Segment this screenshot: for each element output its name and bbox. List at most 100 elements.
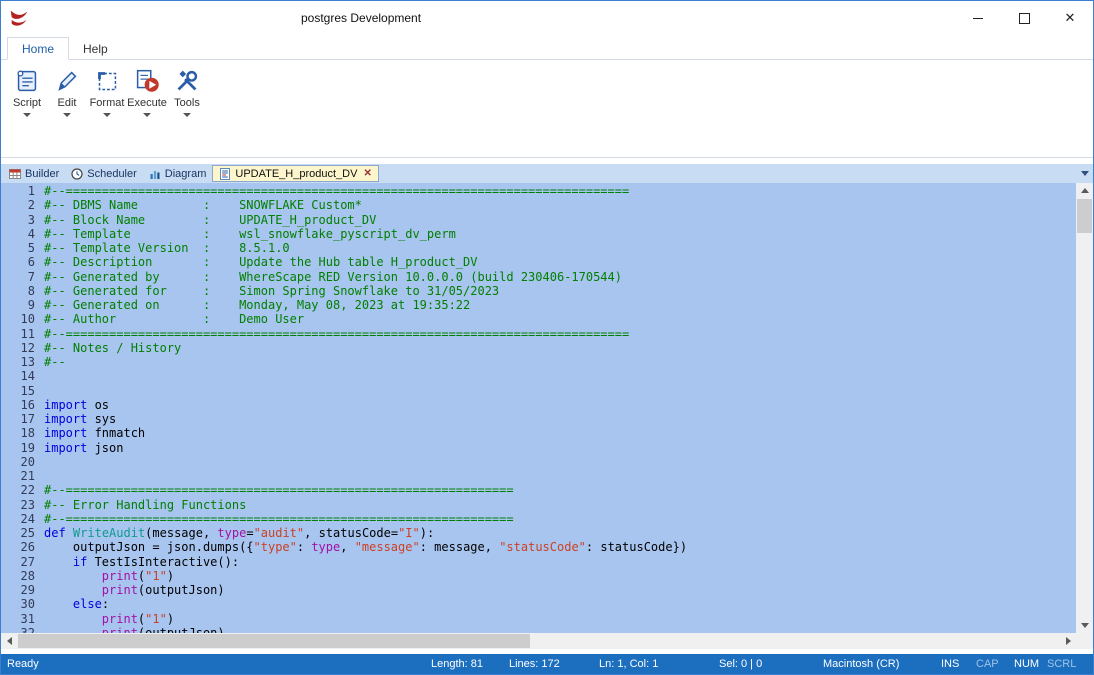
tab-diagram-label: Diagram [165,168,207,180]
code-token: #--=====================================… [44,483,514,497]
scroll-up-button[interactable] [1076,183,1093,198]
code-token: "type" [254,540,297,554]
maximize-button[interactable] [1001,1,1047,35]
code-token: print [102,569,138,583]
code-token: #--=====================================… [44,512,514,526]
code-line: 32 print(outputJson) [1,626,1076,633]
code-token: import [44,412,87,426]
format-button-label: Format [90,97,125,109]
execute-dropdown-caret-icon[interactable] [143,113,151,117]
code-token: WriteAudit [73,526,145,540]
close-button[interactable]: ✕ [1047,1,1093,35]
edit-button-label: Edit [58,97,77,109]
code-token: #-- Template Version : 8.5.1.0 [44,241,290,255]
tab-builder-label: Builder [25,168,59,180]
scroll-left-icon [7,637,12,645]
line-number: 17 [1,412,44,426]
code-token: TestIsInteractive(): [87,555,239,569]
code-token [44,569,102,583]
execute-button[interactable]: Execute [127,64,167,117]
line-number: 20 [1,455,44,469]
code-line: 4#-- Template : wsl_snowflake_pyscript_d… [1,227,1076,241]
format-button[interactable]: Format [87,64,127,117]
vertical-scrollbar[interactable] [1076,183,1093,633]
code-token: sys [87,412,116,426]
ribbon-tab-home[interactable]: Home [7,37,69,60]
line-number: 8 [1,284,44,298]
scroll-down-icon [1081,623,1089,628]
line-number: 26 [1,540,44,554]
code-line: 18import fnmatch [1,426,1076,440]
line-number: 4 [1,227,44,241]
code-line: 19import json [1,441,1076,455]
line-number: 24 [1,512,44,526]
code-line: 5#-- Template Version : 8.5.1.0 [1,241,1076,255]
code-token: #-- DBMS Name : SNOWFLAKE Custom* [44,198,362,212]
scrollbar-corner [1076,633,1093,649]
scroll-down-button[interactable] [1076,618,1093,633]
tools-button[interactable]: Tools [167,64,207,117]
scroll-left-button[interactable] [1,633,17,649]
vertical-scroll-thumb[interactable] [1077,199,1092,233]
code-token: #--=====================================… [44,184,629,198]
code-token: os [87,398,109,412]
tools-dropdown-caret-icon[interactable] [183,113,191,117]
script-dropdown-caret-icon[interactable] [23,113,31,117]
close-icon: ✕ [1065,10,1076,26]
window-controls: ✕ [955,1,1093,35]
builder-grid-icon [9,168,21,180]
tab-update-h-product-dv[interactable]: UPDATE_H_product_DV ✕ [212,165,378,182]
code-token: type [217,526,246,540]
horizontal-scroll-thumb[interactable] [18,634,530,648]
line-number: 25 [1,526,44,540]
horizontal-scrollbar[interactable] [1,633,1076,649]
code-line: 12#-- Notes / History [1,341,1076,355]
scroll-right-button[interactable] [1060,633,1076,649]
tab-builder[interactable]: Builder [3,165,65,182]
status-ins-indicator: INS [941,658,959,670]
code-token: "message" [355,540,420,554]
scroll-right-icon [1066,637,1071,645]
title-bar: postgres Development ✕ [1,1,1093,35]
document-tab-bar: Builder Scheduler Diagram [1,164,1093,183]
status-bar: Ready Length: 81 Lines: 172 Ln: 1, Col: … [1,654,1093,674]
minimize-button[interactable] [955,1,1001,35]
code-token [66,526,73,540]
ribbon-tab-help[interactable]: Help [69,38,122,59]
code-line: 14 [1,369,1076,383]
code-lines[interactable]: 1#--====================================… [1,184,1076,633]
script-button[interactable]: Script [7,64,47,117]
tab-close-icon[interactable]: ✕ [363,168,371,179]
code-line: 2#-- DBMS Name : SNOWFLAKE Custom* [1,198,1076,212]
minimize-icon [973,18,983,19]
code-token: print [102,626,138,633]
code-token: type [311,540,340,554]
code-line: 15 [1,384,1076,398]
script-file-icon [219,168,231,180]
line-number: 19 [1,441,44,455]
edit-pencil-icon [52,66,82,96]
scroll-up-icon [1081,188,1089,193]
format-dropdown-caret-icon[interactable] [103,113,111,117]
status-cap-indicator: CAP [976,658,999,670]
status-scrl-indicator: SCRL [1047,658,1076,670]
maximize-icon [1019,13,1030,24]
line-number: 13 [1,355,44,369]
tab-list-dropdown-icon[interactable] [1081,171,1089,176]
status-lines: Lines: 172 [509,658,560,670]
code-token: : [297,540,311,554]
tab-diagram[interactable]: Diagram [143,165,213,182]
tab-scheduler[interactable]: Scheduler [65,165,143,182]
code-line: 29 print(outputJson) [1,583,1076,597]
status-num-indicator: NUM [1014,658,1039,670]
code-token: fnmatch [87,426,145,440]
code-line: 26 outputJson = json.dumps({"type": type… [1,540,1076,554]
code-token: #-- Generated on : Monday, May 08, 2023 … [44,298,470,312]
edit-dropdown-caret-icon[interactable] [63,113,71,117]
edit-button[interactable]: Edit [47,64,87,117]
line-number: 15 [1,384,44,398]
code-line: 28 print("1") [1,569,1076,583]
code-editor[interactable]: 1#--====================================… [1,183,1093,649]
code-token: "I" [398,526,420,540]
script-icon [12,66,42,96]
